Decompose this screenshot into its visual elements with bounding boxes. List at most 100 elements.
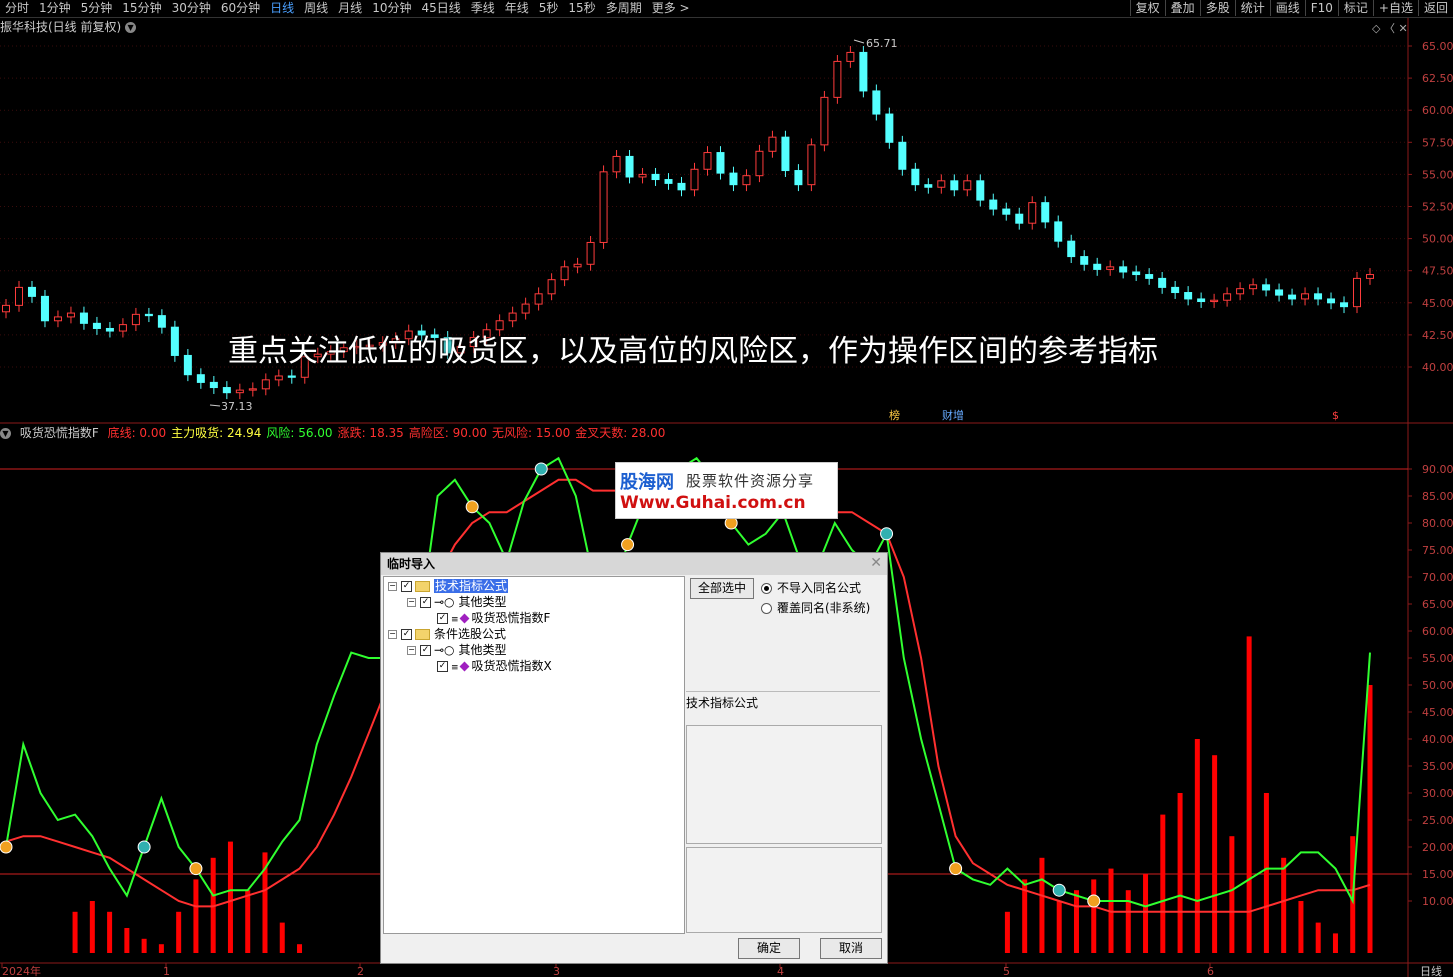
collapse-icon[interactable]: − — [407, 646, 416, 655]
collapse-icon[interactable]: − — [388, 582, 397, 591]
candle-body — [742, 175, 751, 186]
ind-axis-label: 40.00 — [1422, 733, 1453, 746]
ind-axis-label: 70.00 — [1422, 571, 1453, 584]
candle-body — [664, 179, 673, 184]
checkbox-checked-icon[interactable]: ✓ — [420, 645, 431, 656]
checkbox-checked-icon[interactable]: ✓ — [401, 581, 412, 592]
folder-icon — [415, 629, 430, 640]
candle-body — [911, 168, 920, 186]
event-marker: 财增 — [942, 408, 964, 422]
price-axis-label: 55.00 — [1422, 168, 1453, 181]
checkbox-checked-icon[interactable]: ✓ — [420, 597, 431, 608]
candle-body — [794, 170, 803, 186]
candle-body — [586, 241, 595, 265]
candle-body — [1041, 202, 1050, 223]
candle-body — [1015, 213, 1024, 224]
candle-body — [1366, 274, 1374, 279]
candle-body — [1262, 284, 1271, 291]
candle-body — [1171, 286, 1180, 294]
candle-body — [1314, 293, 1323, 300]
watermark: 股海网 股票软件资源分享 Www.Guhai.com.cn — [615, 462, 838, 519]
ind-axis-label: 45.00 — [1422, 706, 1453, 719]
buy-signal-icon — [621, 538, 635, 552]
ind-axis-label: 15.00 — [1422, 868, 1453, 881]
volume-bar — [193, 879, 199, 953]
candle-body — [1067, 240, 1076, 258]
close-icon[interactable]: ✕ — [870, 555, 882, 571]
ind-axis-label: 55.00 — [1422, 652, 1453, 665]
candle-body — [1002, 208, 1011, 215]
collapse-icon[interactable]: − — [407, 598, 416, 607]
date-axis-label: 2024年 — [2, 964, 41, 977]
candle-body — [625, 155, 634, 178]
indicator-value: 涨跌: 18.35 — [337, 426, 404, 440]
tree-node[interactable]: − ✓ 条件选股公式 — [388, 627, 506, 642]
date-axis-label: 2 — [357, 965, 364, 977]
candle-body — [1119, 266, 1128, 273]
candle-body — [534, 293, 543, 305]
date-axis-label: 1 — [163, 965, 170, 977]
candle-body — [144, 313, 153, 317]
radio-skip-duplicates[interactable]: 不导入同名公式 — [761, 580, 861, 596]
ind-axis-label: 10.00 — [1422, 895, 1453, 908]
volume-bar — [1091, 879, 1097, 953]
price-axis-label: 45.00 — [1422, 297, 1453, 310]
tree-node[interactable]: − ✓ ⊸○ 其他类型 — [407, 643, 507, 658]
dialog-title: 临时导入 — [381, 553, 887, 575]
volume-bar — [297, 944, 303, 953]
candle-body — [1327, 298, 1336, 304]
checkbox-checked-icon[interactable]: ✓ — [437, 661, 448, 672]
candle-body — [209, 381, 218, 389]
buy-signal-icon — [189, 862, 203, 876]
tree-node[interactable]: ✓ ≡ 吸货恐慌指数F — [426, 611, 550, 626]
candle-body — [612, 155, 621, 173]
tree-node[interactable]: − ✓ ⊸○ 其他类型 — [407, 595, 507, 610]
candle-body — [573, 263, 582, 268]
candle-body — [976, 180, 985, 201]
volume-bar — [1212, 755, 1218, 953]
price-axis-label: 60.00 — [1422, 104, 1453, 117]
volume-bar — [1073, 890, 1079, 953]
candle-body — [66, 312, 75, 318]
candle-body — [287, 375, 296, 378]
tree-node[interactable]: − ✓ 技术指标公式 — [388, 579, 509, 594]
price-low-label: 37.13 — [221, 400, 253, 413]
radio-on-icon — [761, 583, 772, 594]
radio-overwrite[interactable]: 覆盖同名(非系统) — [761, 600, 870, 616]
candle-body — [599, 171, 608, 243]
volume-bar — [1160, 814, 1166, 953]
volume-bar — [1004, 911, 1010, 953]
indicator-value: 金叉天数: 28.00 — [575, 426, 666, 440]
candle-body — [547, 279, 556, 295]
candle-body — [248, 388, 257, 391]
import-dialog: 临时导入 ✕ − ✓ 技术指标公式 − ✓ ⊸○ 其他类型 ✓ ≡ 吸货恐慌指数F − ✓ 条件选股公式… — [380, 552, 888, 964]
checkbox-checked-icon[interactable]: ✓ — [437, 613, 448, 624]
candle-body — [118, 324, 127, 332]
indicator-name[interactable]: 吸货恐慌指数F — [20, 426, 99, 440]
info-panel — [686, 847, 882, 933]
radio-label: 覆盖同名(非系统) — [777, 601, 871, 615]
candle-body — [92, 322, 101, 329]
candle-body — [235, 389, 244, 394]
volume-bar — [124, 928, 130, 953]
volume-bar — [1367, 685, 1373, 953]
cancel-button[interactable]: 取消 — [820, 938, 882, 959]
volume-bar — [279, 922, 285, 953]
select-all-button[interactable]: 全部选中 — [690, 578, 754, 599]
radio-label: 不导入同名公式 — [777, 581, 862, 595]
checkbox-checked-icon[interactable]: ✓ — [401, 629, 412, 640]
folder-icon — [415, 581, 430, 592]
candle-body — [131, 313, 140, 326]
candle-body — [638, 173, 647, 178]
formula-icon: ≡ — [451, 663, 459, 673]
tree-node[interactable]: ✓ ≡ 吸货恐慌指数X — [426, 659, 552, 674]
candle-body — [703, 152, 712, 170]
collapse-icon[interactable]: − — [388, 630, 397, 639]
key-icon: ⊸○ — [434, 643, 455, 657]
ok-button[interactable]: 确定 — [738, 938, 800, 959]
chevron-down-icon[interactable]: ▼ — [0, 428, 11, 439]
price-axis-label: 47.50 — [1422, 265, 1453, 278]
candle-body — [755, 150, 764, 177]
watermark-url: Www.Guhai.com.cn — [620, 493, 806, 513]
candle-body — [2, 304, 10, 313]
